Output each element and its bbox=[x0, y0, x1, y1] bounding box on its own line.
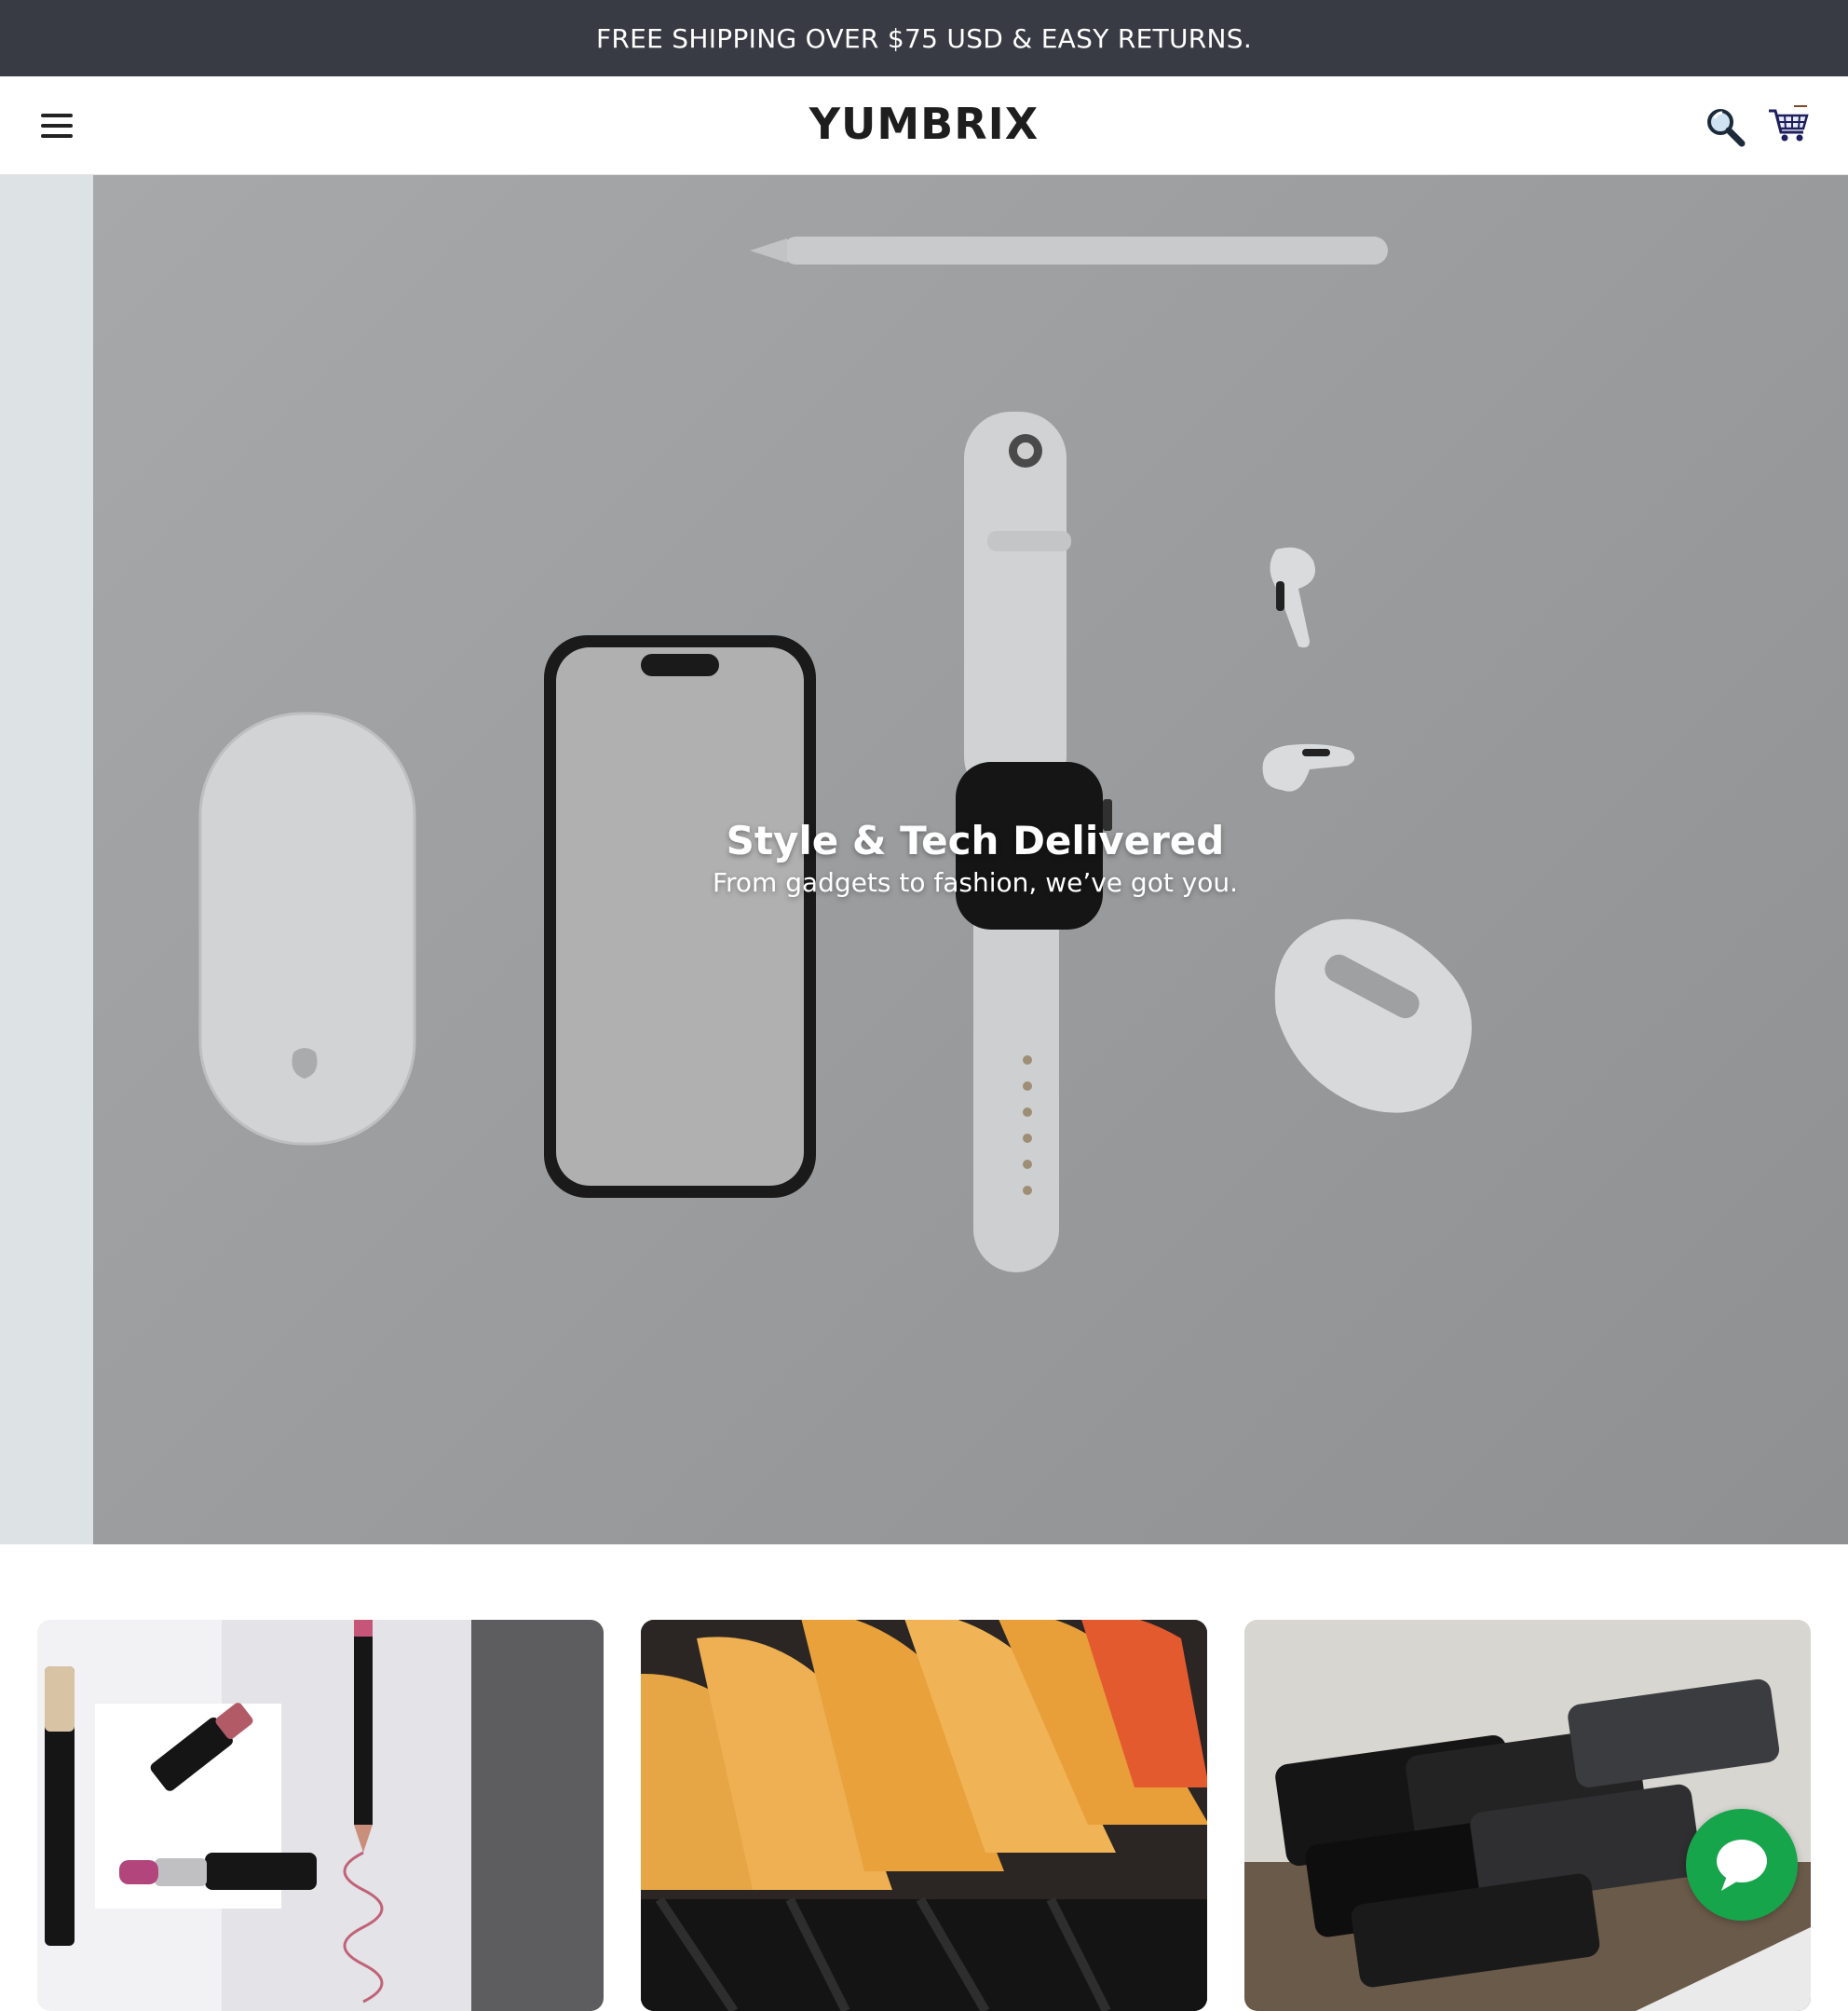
cart-icon[interactable] bbox=[1766, 102, 1811, 147]
cosmetics-image bbox=[37, 1620, 604, 2011]
announcement-bar: FREE SHIPPING OVER $75 USD & EASY RETURN… bbox=[0, 0, 1848, 76]
site-header: YUMBRIX bbox=[0, 76, 1848, 175]
announcement-text: FREE SHIPPING OVER $75 USD & EASY RETURN… bbox=[595, 22, 1253, 54]
chat-bubble-icon[interactable] bbox=[1686, 1809, 1798, 1921]
clothes-image bbox=[641, 1620, 1207, 2011]
category-card-clothing[interactable] bbox=[641, 1620, 1207, 2011]
hero-text: Style & Tech Delivered From gadgets to f… bbox=[0, 818, 1848, 898]
search-icon[interactable] bbox=[1703, 104, 1747, 149]
hero-banner: Style & Tech Delivered From gadgets to f… bbox=[0, 175, 1848, 1544]
hero-subtitle: From gadgets to fashion, we’ve got you. bbox=[712, 867, 1239, 898]
site-logo[interactable]: YUMBRIX bbox=[0, 99, 1848, 149]
hero-title: Style & Tech Delivered bbox=[726, 818, 1225, 863]
category-card-cosmetics[interactable] bbox=[37, 1620, 604, 2011]
